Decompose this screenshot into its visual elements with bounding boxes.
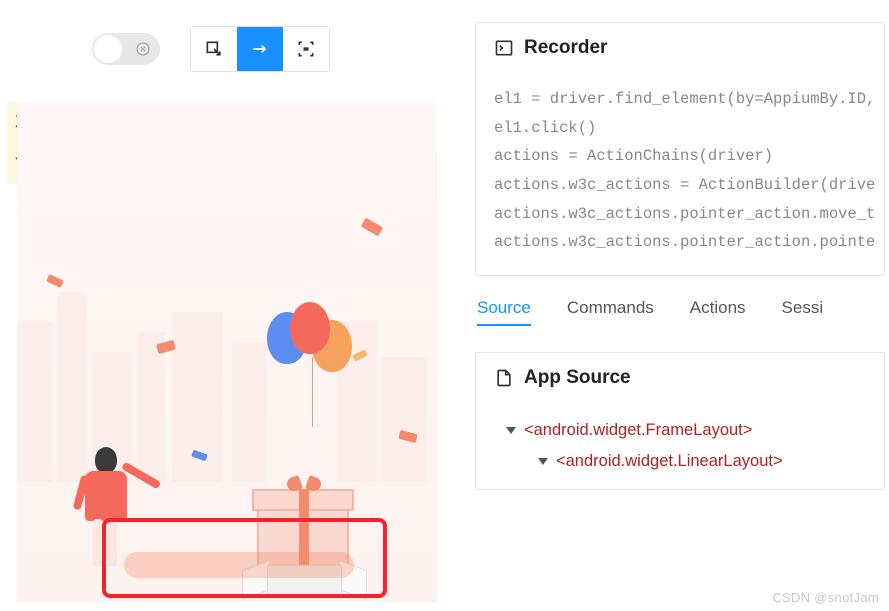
watermark: CSDN @snotJam bbox=[772, 590, 879, 605]
document-icon bbox=[494, 368, 514, 388]
tool-group bbox=[190, 26, 330, 72]
caret-down-icon[interactable] bbox=[506, 427, 516, 434]
terminal-icon bbox=[494, 38, 514, 58]
source-tabs: Source Commands Actions Sessi bbox=[475, 298, 885, 332]
select-element-button[interactable] bbox=[191, 27, 237, 71]
recorder-title: Recorder bbox=[524, 37, 607, 59]
tree-node[interactable]: <android.widget.LinearLayout> bbox=[476, 446, 884, 477]
toggle-knob bbox=[94, 35, 122, 63]
tab-source[interactable]: Source bbox=[477, 298, 531, 324]
caret-down-icon[interactable] bbox=[538, 458, 548, 465]
tab-session[interactable]: Sessi bbox=[782, 298, 824, 324]
recorder-section: Recorder el1 = driver.find_element(by=Ap… bbox=[475, 22, 885, 276]
device-preview[interactable] bbox=[17, 102, 437, 602]
element-tree: <android.widget.FrameLayout> <android.wi… bbox=[476, 403, 884, 489]
app-source-title: App Source bbox=[524, 367, 631, 389]
recorder-code[interactable]: el1 = driver.find_element(by=AppiumBy.ID… bbox=[476, 73, 884, 275]
inspector-toggle[interactable] bbox=[92, 33, 160, 65]
coordinates-button[interactable] bbox=[283, 27, 329, 71]
close-circle-icon bbox=[134, 40, 152, 58]
tree-tag: <android.widget.FrameLayout> bbox=[524, 421, 752, 440]
selected-element-highlight[interactable] bbox=[102, 518, 387, 598]
app-source-section: App Source <android.widget.FrameLayout> … bbox=[475, 352, 885, 490]
highlighted-bar bbox=[124, 552, 354, 578]
tab-actions[interactable]: Actions bbox=[690, 298, 746, 324]
tree-tag: <android.widget.LinearLayout> bbox=[556, 452, 783, 471]
tab-commands[interactable]: Commands bbox=[567, 298, 654, 324]
tap-swipe-button[interactable] bbox=[237, 27, 283, 71]
tree-node[interactable]: <android.widget.FrameLayout> bbox=[476, 415, 884, 446]
